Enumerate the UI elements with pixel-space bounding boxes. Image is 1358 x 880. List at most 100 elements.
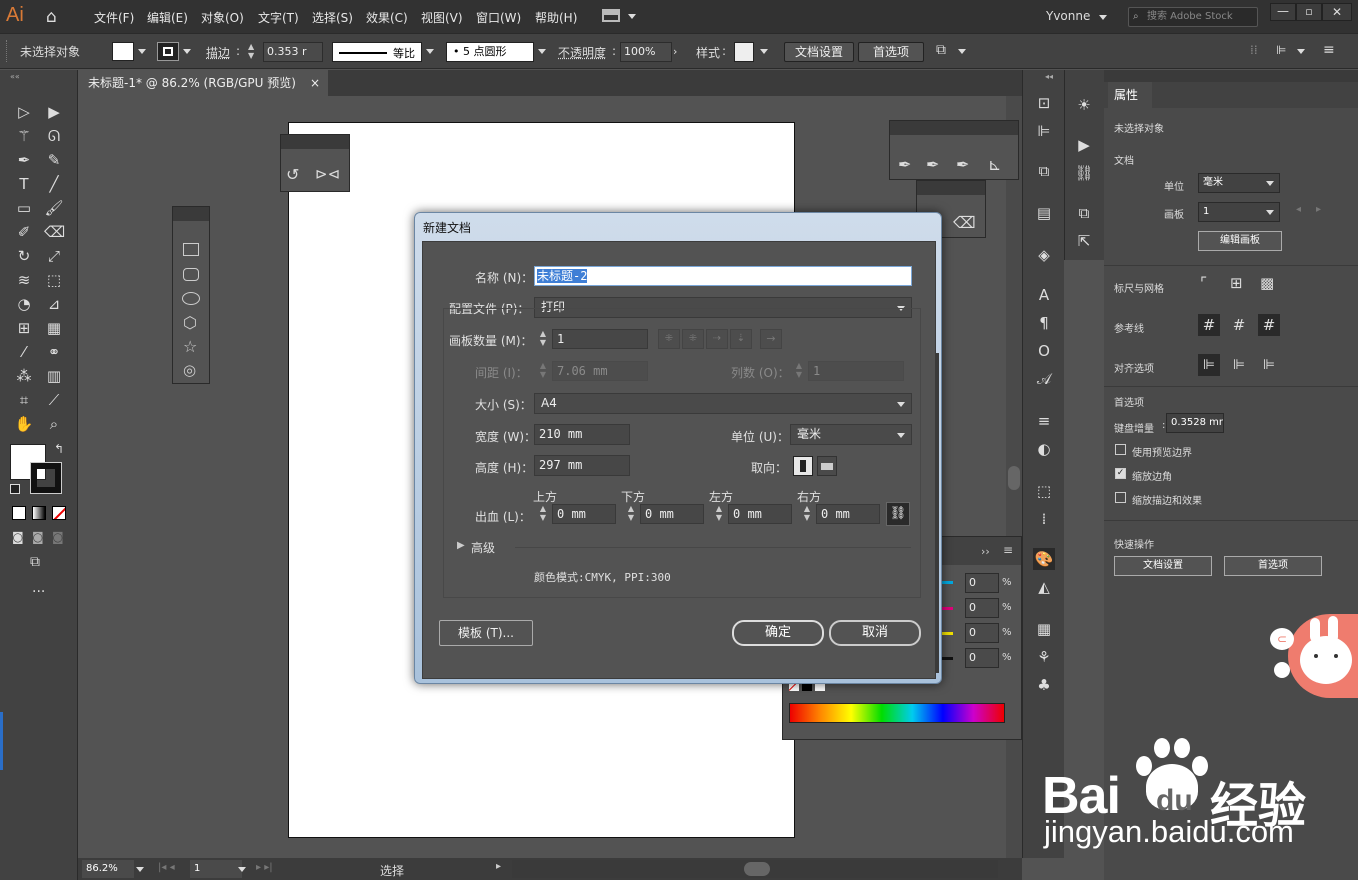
paragraph-panel-icon[interactable]: ¶ [1033,312,1055,334]
pathfinder-panel-icon[interactable]: ⧉ [1033,160,1055,182]
preview-bounds-checkbox[interactable] [1115,444,1126,455]
default-colors-icon[interactable] [10,484,20,494]
stroke-color-box[interactable] [30,462,62,494]
user-name[interactable]: Yvonne [1046,9,1090,23]
yellow-value-input[interactable]: 0 [965,623,999,643]
screen-mode-icon[interactable]: ⧉ [30,554,40,570]
anchor-point-tool-icon[interactable]: ⊾ [988,155,1001,174]
links-panel-icon[interactable]: ⛓ [1073,162,1095,184]
more-tools-icon[interactable]: ··· [32,584,45,600]
transform-grid-icon[interactable]: ⁞⁞ [1250,43,1258,57]
line-tool-icon[interactable]: ╱ [44,174,64,194]
width-tool-icon[interactable]: ≋ [14,270,34,290]
document-setup-button[interactable]: 文档设置 [784,42,854,62]
gradient-tool-icon[interactable]: ▦ [44,318,64,338]
workspace-switcher-icon[interactable] [602,9,620,22]
close-tab-icon[interactable]: × [310,70,320,96]
document-tab[interactable]: 未标题-1* @ 86.2% (RGB/GPU 预览) × [78,70,328,96]
rotate-tool-icon[interactable]: ↻ [14,246,34,266]
arrange-by-row-icon[interactable]: ⇢ [706,329,728,349]
gradient-mode-icon[interactable] [32,506,46,520]
flare-tool-icon[interactable]: ◎ [183,361,196,379]
panel-menu-icon[interactable]: ≡ [1003,543,1013,557]
slice-tool-icon[interactable]: ⟋ [44,390,64,410]
document-name-input[interactable]: 未标题-2 [534,266,912,286]
first-artboard-icon[interactable]: |◂ ◂ [158,862,175,873]
menu-edit[interactable]: 编辑(E) [147,9,188,26]
panel-menu-icon[interactable]: ≡ [1323,42,1335,58]
bleed-bottom-stepper[interactable]: ▲ ▼ [624,504,638,524]
columns-stepper[interactable]: ▲ ▼ [792,361,806,381]
panel-header[interactable] [173,207,209,221]
tab-properties[interactable]: 属性 [1108,82,1152,108]
height-input[interactable]: 297 mm [534,455,630,476]
horizontal-scrollbar[interactable] [512,860,998,878]
rounded-rectangle-tool-icon[interactable] [183,268,199,281]
align-panel-icon[interactable]: ⊫ [1033,120,1055,142]
units-select[interactable]: 毫米 [1198,173,1280,193]
direct-selection-tool-icon[interactable]: ▶ [44,102,64,122]
advanced-label[interactable]: 高级 [471,539,495,556]
panel-header[interactable] [281,135,349,149]
scale-corners-checkbox[interactable]: ✓ [1115,468,1126,479]
ok-button[interactable]: 确定 [732,620,824,646]
stroke-swatch[interactable] [157,42,179,61]
cyan-value-input[interactable]: 0 [965,573,999,593]
rectangle-tool-icon[interactable]: ▭ [14,198,34,218]
menu-file[interactable]: 文件(F) [94,9,134,26]
scale-strokes-checkbox[interactable] [1115,492,1126,503]
menu-select[interactable]: 选择(S) [312,9,353,26]
character-panel-icon[interactable]: A [1033,284,1055,306]
rulers-icon[interactable]: ⌜ [1200,274,1207,292]
opacity-label[interactable]: 不透明度 [558,44,606,61]
chevron-down-icon[interactable] [1297,49,1305,54]
smart-guides-icon[interactable]: # [1258,314,1280,336]
panel-header[interactable] [1104,70,1358,82]
polygon-tool-icon[interactable]: ⬡ [183,313,197,332]
bleed-right-input[interactable]: 0 mm [816,504,880,524]
align-icon[interactable]: ⊫ [1276,43,1286,57]
edit-artboards-button[interactable]: 编辑画板 [1198,231,1282,251]
style-swatch[interactable] [734,42,754,62]
delete-anchor-tool-icon[interactable]: ✒ [956,155,969,174]
stroke-stepper[interactable]: ▲ ▼ [248,42,262,62]
menu-help[interactable]: 帮助(H) [535,9,577,26]
stroke-panel-icon[interactable]: ≡ [1033,410,1055,432]
collapse-icon[interactable]: ◂◂ [1045,72,1053,81]
size-select[interactable]: A4 [534,393,912,414]
menu-effect[interactable]: 效果(C) [366,9,408,26]
glyphs-panel-icon[interactable]: 𝒜 [1033,368,1055,390]
chevron-right-icon[interactable]: › [673,42,687,62]
layers-panel-icon[interactable]: ◈ [1033,244,1055,266]
mesh-tool-icon[interactable]: ⊞ [14,318,34,338]
hand-tool-icon[interactable]: ✋ [14,414,34,434]
spacing-input[interactable]: 7.06 mm [552,361,648,381]
prev-artboard-icon[interactable]: ◂ [1296,204,1301,215]
menu-object[interactable]: 对象(O) [201,9,244,26]
actions-panel-icon[interactable]: ▶ [1073,134,1095,156]
portrait-orientation-button[interactable] [793,456,813,476]
rectangle-tool-icon[interactable] [183,243,199,256]
chevron-down-icon[interactable] [426,49,434,54]
selection-tool-icon[interactable]: ▷ [14,102,34,122]
artboards-stepper[interactable]: ▲ ▼ [536,329,550,349]
rotate-tool-icon[interactable]: ↺ [286,165,299,184]
draw-normal-icon[interactable]: ◙ [12,530,24,544]
scale-tool-icon[interactable]: ⤢ [44,246,64,266]
none-mode-icon[interactable] [52,506,66,520]
stock-search-input[interactable]: ⌕ 搜索 Adobe Stock [1128,7,1258,27]
ellipse-tool-icon[interactable] [182,292,200,305]
transparency-panel-icon[interactable]: ◐ [1033,438,1055,460]
panel-header[interactable] [890,121,1018,135]
color-panel-icon[interactable]: 🎨 [1033,548,1055,570]
chevron-down-icon[interactable] [1099,15,1107,20]
asset-export-panel-icon[interactable]: ⧉ [1073,202,1095,224]
width-input[interactable]: 210 mm [534,424,630,445]
transform-panel-icon[interactable]: ⬚ [1033,480,1055,502]
menu-view[interactable]: 视图(V) [421,9,463,26]
artboard-tool-icon[interactable]: ⌗ [14,390,34,410]
grid-by-row-icon[interactable]: ⁜ [658,329,680,349]
export-panel-icon[interactable]: ⇱ [1073,230,1095,252]
grip-handle[interactable] [6,40,9,62]
stroke-label[interactable]: 描边 [206,44,230,61]
